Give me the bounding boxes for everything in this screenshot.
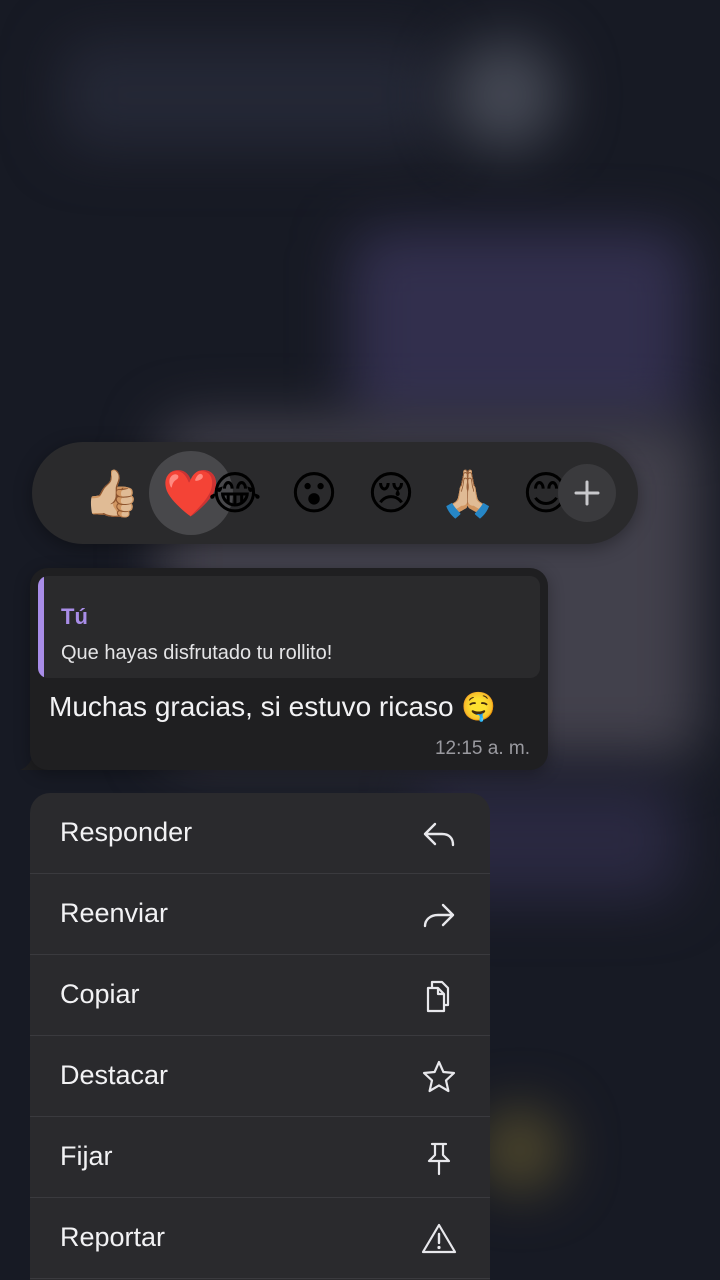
quote-author: Tú: [61, 604, 88, 629]
menu-item-reply[interactable]: Responder: [30, 793, 490, 874]
menu-item-label: Destacar: [60, 1060, 169, 1090]
menu-item-star[interactable]: Destacar: [30, 1036, 490, 1117]
message-bubble[interactable]: Tú Que hayas disfrutado tu rollito! Much…: [30, 568, 548, 770]
menu-item-label: Responder: [60, 817, 193, 847]
menu-item-label: Copiar: [60, 979, 140, 1009]
menu-item-forward[interactable]: Reenviar: [30, 874, 490, 955]
menu-item-label: Fijar: [60, 1141, 113, 1171]
thumbs-up-icon[interactable]: 👍🏼: [70, 451, 154, 535]
plus-icon: [574, 480, 600, 506]
message-context-menu: Responder Reenviar Copiar Destacar Fijar: [30, 793, 490, 1280]
more-reactions-button[interactable]: [558, 464, 616, 522]
copy-icon: [420, 977, 458, 1015]
forward-icon: [420, 896, 458, 934]
star-icon: [420, 1058, 458, 1096]
praying-hands-icon[interactable]: 🙏🏼: [426, 451, 510, 535]
warning-icon: [420, 1220, 458, 1258]
pin-icon: [420, 1139, 458, 1177]
quote-text: Que hayas disfrutado tu rollito!: [61, 642, 333, 664]
quote-accent-bar: [38, 576, 44, 678]
message-text: Muchas gracias, si estuvo ricaso 🤤: [49, 691, 497, 722]
surprised-icon[interactable]: 😮: [272, 451, 356, 535]
menu-item-label: Reenviar: [60, 898, 169, 928]
laughing-icon[interactable]: 😂: [193, 451, 277, 535]
reply-icon: [420, 815, 458, 853]
crying-icon[interactable]: 😢: [349, 451, 433, 535]
menu-item-pin[interactable]: Fijar: [30, 1117, 490, 1198]
reaction-bar: 👍🏼 ❤️ 😂 😮 😢 🙏🏼 😊: [32, 442, 638, 544]
quoted-message[interactable]: Tú Que hayas disfrutado tu rollito!: [38, 576, 540, 678]
menu-item-label: Reportar: [60, 1222, 166, 1252]
menu-item-copy[interactable]: Copiar: [30, 955, 490, 1036]
menu-item-report[interactable]: Reportar: [30, 1198, 490, 1279]
message-timestamp: 12:15 a. m.: [434, 738, 530, 759]
